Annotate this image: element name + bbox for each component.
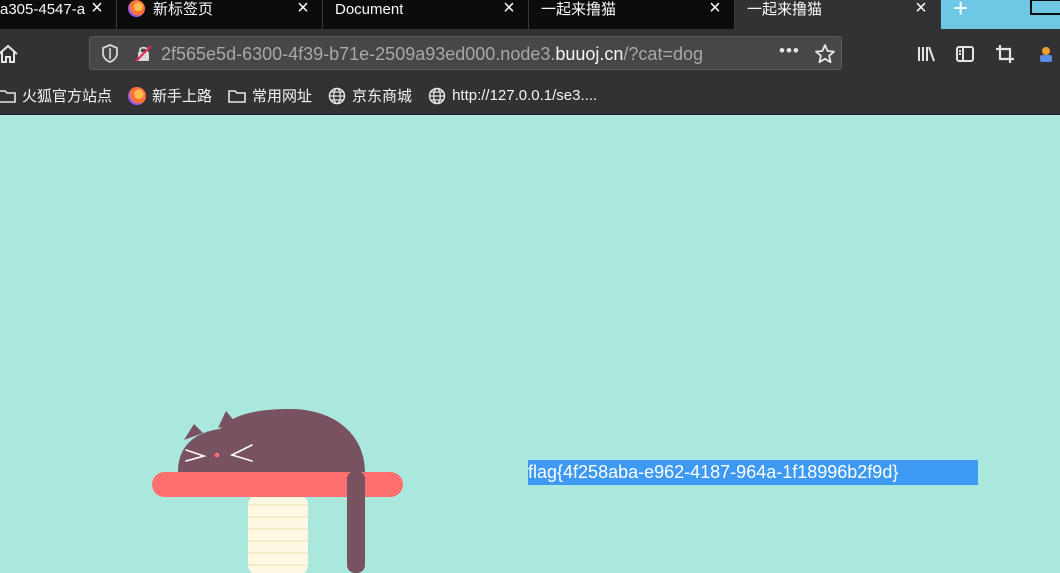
bookmark-label: 常用网址	[252, 88, 313, 105]
perch	[152, 472, 403, 497]
tab-title: 一起来撸猫	[541, 1, 617, 18]
navigation-toolbar: 2f565e5d-6300-4f39-b71e-2509a93ed000.nod…	[0, 29, 1060, 77]
selected-flag-text[interactable]: flag{4f258aba-e962-4187-964a-1f18996b2f9…	[528, 460, 978, 485]
tab-strip: a305-4547-a × 新标签页 × Document × 一起来撸猫 × …	[0, 0, 1060, 29]
firefox-icon	[128, 86, 147, 105]
tab-close-icon[interactable]: ×	[296, 0, 310, 19]
scratching-post	[248, 495, 308, 573]
extension-icon[interactable]	[1036, 44, 1056, 64]
tab-close-icon[interactable]: ×	[708, 0, 722, 19]
restore-window-icon[interactable]	[1030, 0, 1060, 15]
bookmark-item[interactable]: http://127.0.0.1/se3....	[428, 87, 597, 105]
url-text[interactable]: 2f565e5d-6300-4f39-b71e-2509a93ed000.nod…	[161, 44, 703, 64]
tab-5-active[interactable]: 一起来撸猫 ×	[735, 0, 941, 29]
bookmark-star-icon[interactable]	[814, 43, 836, 65]
bookmark-item[interactable]: 火狐官方站点	[0, 85, 112, 106]
globe-icon	[428, 87, 446, 104]
url-suffix: /?cat=dog	[623, 44, 703, 64]
screenshot-crop-icon[interactable]	[995, 44, 1015, 64]
cat-on-scratching-post-illustration	[152, 409, 403, 573]
tab-close-icon[interactable]: ×	[914, 0, 928, 19]
tab-title: 新标签页	[153, 1, 214, 18]
bookmark-label: 京东商城	[352, 88, 413, 105]
insecure-lock-icon[interactable]	[135, 45, 152, 62]
url-prefix: 2f565e5d-6300-4f39-b71e-2509a93ed000.nod…	[161, 44, 556, 64]
tab-title: Document	[335, 1, 404, 18]
folder-icon	[0, 89, 16, 103]
page-content: flag{4f258aba-e962-4187-964a-1f18996b2f9…	[0, 115, 1060, 573]
tab-close-icon[interactable]: ×	[502, 0, 516, 19]
window-controls	[993, 0, 1060, 29]
bookmark-label: http://127.0.0.1/se3....	[452, 87, 598, 104]
tab-1[interactable]: a305-4547-a ×	[0, 0, 117, 29]
tab-2[interactable]: 新标签页 ×	[117, 0, 323, 29]
bookmarks-toolbar: 火狐官方站点 新手上路 常用网址 京东商城 http://127.0.0.1/s…	[0, 77, 1060, 115]
bookmark-label: 火狐官方站点	[22, 88, 113, 105]
folder-icon	[228, 89, 246, 103]
globe-icon	[328, 87, 346, 104]
tab-4[interactable]: 一起来撸猫 ×	[529, 0, 735, 29]
tab-title: a305-4547-a	[0, 1, 85, 18]
firefox-icon	[128, 0, 145, 17]
sidebar-icon[interactable]	[955, 44, 975, 64]
tab-title: 一起来撸猫	[747, 1, 823, 18]
bookmark-item[interactable]: 常用网址	[228, 85, 312, 106]
bookmark-label: 新手上路	[152, 88, 213, 105]
home-icon[interactable]	[0, 43, 19, 65]
url-host: buuoj.cn	[555, 44, 624, 64]
address-bar[interactable]: 2f565e5d-6300-4f39-b71e-2509a93ed000.nod…	[89, 36, 842, 70]
tab-3[interactable]: Document ×	[323, 0, 529, 29]
page-actions-menu-icon[interactable]: •••	[779, 42, 801, 65]
library-icon[interactable]	[916, 44, 936, 64]
bookmark-item[interactable]: 新手上路	[128, 85, 212, 106]
tracking-protection-shield-icon[interactable]	[101, 44, 119, 63]
new-tab-button[interactable]: +	[941, 0, 993, 29]
bookmark-item[interactable]: 京东商城	[328, 85, 412, 106]
tab-close-icon[interactable]: ×	[90, 0, 104, 19]
